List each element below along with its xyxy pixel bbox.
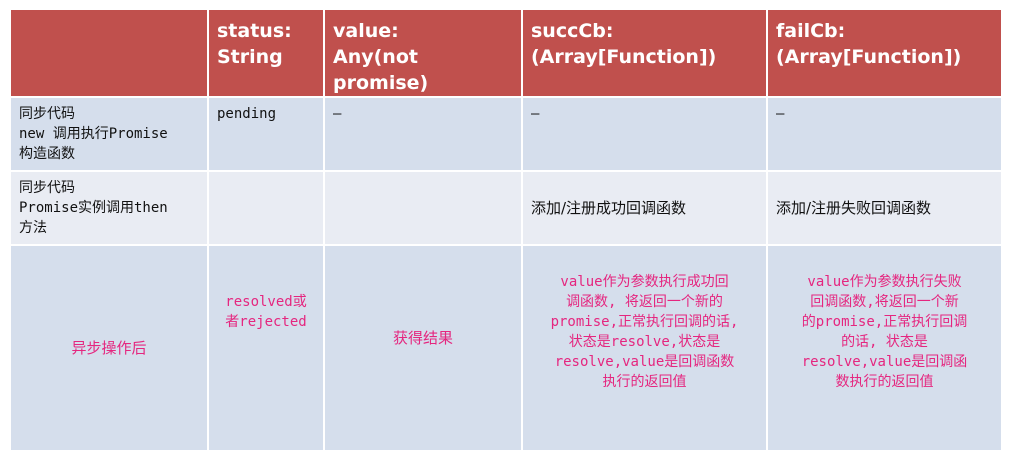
row3-succcb-line: 调函数, 将返回一个新的 bbox=[566, 294, 723, 310]
row3-succcb-line: resolve,value是回调函数 bbox=[554, 354, 735, 370]
row2-label-cell: 同步代码 Promise实例调用then 方法 bbox=[11, 172, 207, 244]
row3-succcb-line: 状态是resolve,状态是 bbox=[568, 334, 721, 350]
row2-status bbox=[209, 172, 323, 184]
header-cell-status: status: String bbox=[209, 10, 323, 96]
row2-label-line: 方法 bbox=[19, 220, 47, 236]
header-cell-empty bbox=[11, 10, 207, 96]
row3-failcb-line: 的promise,正常执行回调 bbox=[801, 314, 968, 330]
header-status-name: status: bbox=[217, 20, 292, 42]
row3-value: 获得结果 bbox=[392, 329, 453, 347]
row3-failcb-line: 回调函数,将返回一个新 bbox=[810, 294, 959, 310]
row1-label-line: 同步代码 bbox=[19, 106, 75, 122]
row3-failcb-line: resolve,value是回调函 bbox=[801, 354, 968, 370]
row3-status-line: resolved或 bbox=[225, 294, 307, 310]
row1-label-line: new 调用执行Promise bbox=[19, 126, 168, 142]
row3-value-cell: 获得结果 bbox=[325, 246, 521, 450]
header-value-name: value: bbox=[333, 20, 399, 42]
row2-failcb-cell: 添加/注册失败回调函数 bbox=[768, 172, 1001, 244]
row1-failcb-cell: – bbox=[768, 98, 1001, 170]
row2-label-line: Promise实例调用then bbox=[19, 200, 168, 216]
row3-failcb-cell: value作为参数执行失败 回调函数,将返回一个新 的promise,正常执行回… bbox=[768, 246, 1001, 450]
row1-failcb: – bbox=[776, 106, 785, 122]
row3-label: 异步操作后 bbox=[71, 339, 147, 357]
header-value-type: Any(not promise) bbox=[333, 46, 429, 94]
row1-status: pending bbox=[217, 106, 277, 122]
row2-value-cell bbox=[325, 172, 521, 244]
header-succcb-name: succCb: bbox=[531, 20, 614, 42]
row3-succcb-line: 执行的返回值 bbox=[602, 374, 687, 390]
row1-status-cell: pending bbox=[209, 98, 323, 170]
row3-succcb-cell: value作为参数执行成功回 调函数, 将返回一个新的 promise,正常执行… bbox=[523, 246, 766, 450]
header-failcb-type: (Array[Function]) bbox=[776, 46, 962, 68]
row3-status-cell: resolved或 者rejected bbox=[209, 246, 323, 450]
row2-succcb-cell: 添加/注册成功回调函数 bbox=[523, 172, 766, 244]
row3-succcb-line: promise,正常执行回调的话, bbox=[550, 314, 739, 330]
header-cell-failcb: failCb: (Array[Function]) bbox=[768, 10, 1001, 96]
row3-failcb-line: 数执行的返回值 bbox=[835, 374, 934, 390]
row1-value: – bbox=[333, 106, 342, 122]
row1-value-cell: – bbox=[325, 98, 521, 170]
header-cell-value: value: Any(not promise) bbox=[325, 10, 521, 96]
row1-succcb-cell: – bbox=[523, 98, 766, 170]
row2-succcb: 添加/注册成功回调函数 bbox=[531, 199, 687, 217]
row2-label-line: 同步代码 bbox=[19, 180, 75, 196]
row1-label-cell: 同步代码 new 调用执行Promise 构造函数 bbox=[11, 98, 207, 170]
table-row: 异步操作后 resolved或 者rejected 获得结果 value作为参数… bbox=[11, 246, 1001, 450]
row1-label-line: 构造函数 bbox=[19, 146, 75, 162]
row2-status-cell bbox=[209, 172, 323, 244]
promise-state-table: status: String value: Any(not promise) s… bbox=[9, 8, 1003, 452]
header-cell-succcb: succCb: (Array[Function]) bbox=[523, 10, 766, 96]
table-row: 同步代码 new 调用执行Promise 构造函数 pending – – – bbox=[11, 98, 1001, 170]
row3-status-line: 者rejected bbox=[225, 314, 307, 330]
row1-succcb: – bbox=[531, 106, 540, 122]
table-row: 同步代码 Promise实例调用then 方法 添加/注册成功回调函数 添加/注… bbox=[11, 172, 1001, 244]
row3-failcb-line: 的话, 状态是 bbox=[841, 334, 928, 350]
row2-value bbox=[325, 172, 521, 184]
row3-label-cell: 异步操作后 bbox=[11, 246, 207, 450]
header-succcb-type: (Array[Function]) bbox=[531, 46, 717, 68]
row2-failcb: 添加/注册失败回调函数 bbox=[776, 199, 932, 217]
row3-failcb-line: value作为参数执行失败 bbox=[807, 274, 962, 290]
header-status-type: String bbox=[217, 46, 283, 68]
table-header-row: status: String value: Any(not promise) s… bbox=[11, 10, 1001, 96]
header-failcb-name: failCb: bbox=[776, 20, 846, 42]
row3-succcb-line: value作为参数执行成功回 bbox=[560, 274, 729, 290]
